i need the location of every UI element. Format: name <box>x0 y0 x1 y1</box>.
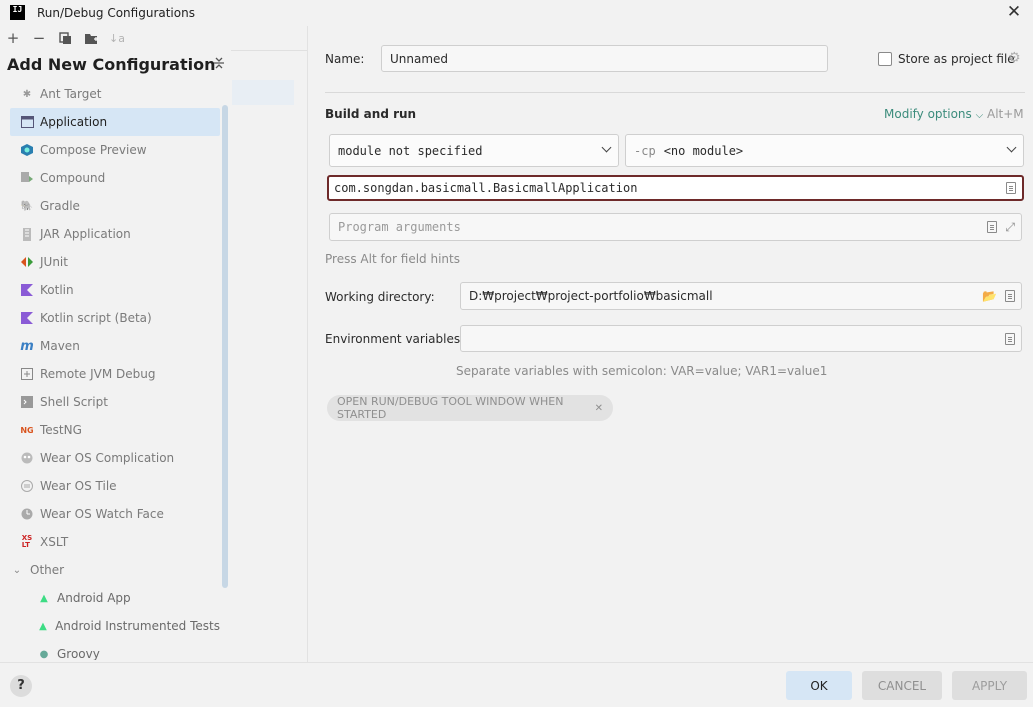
testng-icon: NG <box>20 425 34 435</box>
chevron-down-icon <box>601 142 612 153</box>
config-type-testng[interactable]: NG TestNG <box>10 416 220 444</box>
config-type-kotlin[interactable]: Kotlin <box>10 276 220 304</box>
config-type-compound[interactable]: Compound <box>10 164 220 192</box>
insert-macro-icon[interactable] <box>1005 290 1015 302</box>
gear-icon[interactable]: ⚙ <box>1008 50 1021 66</box>
compound-icon <box>20 171 34 185</box>
remote-debug-icon <box>20 367 34 381</box>
modify-options-link[interactable]: Modify options ⌵ <box>884 107 983 121</box>
tree-scrollbar[interactable] <box>222 105 228 588</box>
kotlin-script-icon <box>20 311 34 325</box>
browse-class-icon[interactable] <box>1006 182 1016 194</box>
config-type-ant-target[interactable]: ✱ Ant Target <box>10 80 220 108</box>
wear-tile-icon <box>20 479 34 493</box>
close-icon[interactable]: ✕ <box>1005 3 1023 21</box>
config-type-wear-os-complication[interactable]: Wear OS Complication <box>10 444 220 472</box>
xslt-icon: XS LT <box>21 534 33 549</box>
config-type-wear-os-tile[interactable]: Wear OS Tile <box>10 472 220 500</box>
config-type-wear-os-watch-face[interactable]: Wear OS Watch Face <box>10 500 220 528</box>
jar-icon <box>20 227 34 241</box>
edit-env-vars-icon[interactable] <box>1005 332 1015 345</box>
config-type-list: ✱ Ant Target Application Compose Preview … <box>10 80 220 660</box>
config-type-compose-preview[interactable]: Compose Preview <box>10 136 220 164</box>
junit-icon <box>20 255 34 269</box>
close-icon[interactable]: ✕ <box>595 403 603 414</box>
maven-icon: m <box>20 338 34 354</box>
config-type-jar-application[interactable]: JAR Application <box>10 220 220 248</box>
window-title: Run/Debug Configurations <box>37 5 195 20</box>
environment-variables-field[interactable] <box>460 325 1022 352</box>
ok-button[interactable]: OK <box>786 671 852 700</box>
apply-button[interactable]: APPLY <box>952 671 1027 700</box>
middle-divider <box>231 50 307 51</box>
env-vars-hint: Separate variables with semicolon: VAR=v… <box>456 364 828 378</box>
store-as-project-file-checkbox[interactable] <box>878 52 892 66</box>
title-bar: IJ Run/Debug Configurations ✕ <box>0 0 1033 25</box>
copy-icon <box>58 31 71 44</box>
android-test-icon: ▲ <box>39 620 47 632</box>
kotlin-icon <box>20 283 34 297</box>
chevron-down-icon: ⌄ <box>12 564 22 576</box>
config-type-maven[interactable]: m Maven <box>10 332 220 360</box>
environment-variables-label: Environment variables: <box>325 332 465 346</box>
config-type-groovy[interactable]: ● Groovy <box>10 640 220 660</box>
compose-icon <box>20 143 34 157</box>
sort-button[interactable]: ↓a <box>104 28 130 48</box>
section-separator <box>325 92 1025 93</box>
config-type-android-instrumented-tests[interactable]: ▲ Android Instrumented Tests <box>10 612 220 640</box>
folder-icon <box>84 33 98 44</box>
build-and-run-header: Build and run <box>325 107 417 121</box>
wear-watchface-icon <box>20 507 34 521</box>
edit-arguments-icon[interactable] <box>987 221 998 233</box>
android-icon: ▲ <box>40 592 48 604</box>
wear-complication-icon <box>20 451 34 465</box>
name-label: Name: <box>325 52 365 66</box>
help-button[interactable]: ? <box>10 675 32 697</box>
store-as-project-file-label[interactable]: Store as project file <box>898 52 1015 66</box>
name-field[interactable]: Unnamed <box>381 45 828 72</box>
config-type-shell-script[interactable]: Shell Script <box>10 388 220 416</box>
config-toolbar: + − ↓a <box>0 28 130 48</box>
chevron-down-icon <box>1006 142 1017 153</box>
panel-title: Add New Configuration <box>7 55 216 74</box>
new-folder-button[interactable] <box>78 28 104 48</box>
application-icon <box>20 115 34 129</box>
config-type-gradle[interactable]: 🐘 Gradle <box>10 192 220 220</box>
copy-config-button[interactable] <box>52 28 78 48</box>
config-type-xslt[interactable]: XS LT XSLT <box>10 528 220 556</box>
working-directory-label: Working directory: <box>325 290 435 304</box>
chevron-down-icon: ⌵ <box>975 110 984 121</box>
collapse-all-icon[interactable] <box>211 56 227 72</box>
main-class-field[interactable]: com.songdan.basicmall.BasicmallApplicati… <box>327 175 1024 201</box>
panel-divider[interactable] <box>307 26 308 662</box>
config-type-junit[interactable]: JUnit <box>10 248 220 276</box>
shell-icon <box>20 395 34 409</box>
config-type-android-app[interactable]: ▲ Android App <box>10 584 220 612</box>
working-directory-field[interactable]: D:₩project₩project-portfolio₩basicmall 📂 <box>460 282 1022 310</box>
groovy-icon: ● <box>39 648 49 660</box>
modify-options-shortcut: Alt+M <box>987 107 1024 121</box>
config-type-kotlin-script[interactable]: Kotlin script (Beta) <box>10 304 220 332</box>
intellij-logo-icon: IJ <box>10 5 25 20</box>
middle-selection <box>232 80 294 105</box>
config-type-remote-jvm-debug[interactable]: Remote JVM Debug <box>10 360 220 388</box>
config-group-other[interactable]: ⌄ Other <box>10 556 220 584</box>
gradle-icon: 🐘 <box>20 200 34 212</box>
program-arguments-field[interactable]: Program arguments ⤢ <box>329 213 1022 241</box>
classpath-select[interactable]: -cp <no module> <box>625 134 1024 167</box>
expand-icon[interactable]: ⤢ <box>1005 220 1015 235</box>
remove-config-button[interactable]: − <box>26 28 52 48</box>
cancel-button[interactable]: CANCEL <box>862 671 942 700</box>
module-select[interactable]: module not specified <box>329 134 619 167</box>
field-hints-text: Press Alt for field hints <box>325 252 460 266</box>
config-type-application[interactable]: Application <box>10 108 220 136</box>
add-config-button[interactable]: + <box>0 28 26 48</box>
bottom-separator <box>0 662 1033 663</box>
open-tool-window-option[interactable]: OPEN RUN/DEBUG TOOL WINDOW WHEN STARTED … <box>327 395 613 421</box>
ant-icon: ✱ <box>22 88 32 100</box>
folder-open-icon[interactable]: 📂 <box>982 289 997 303</box>
